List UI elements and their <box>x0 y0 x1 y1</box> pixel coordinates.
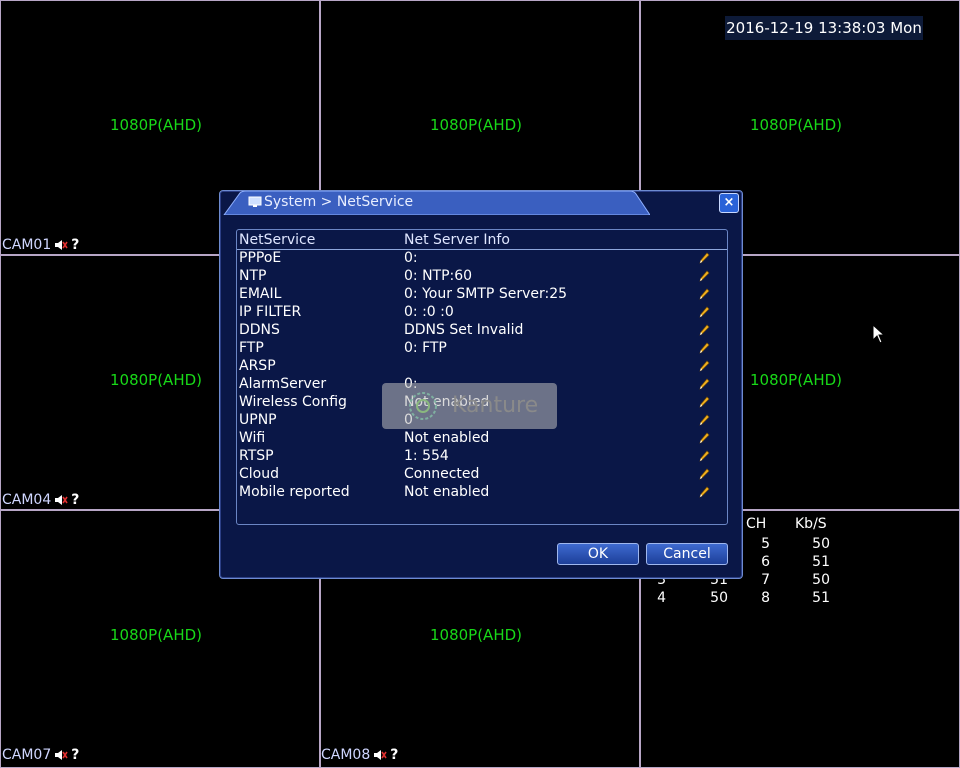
channel-7-resolution: 1080P(AHD) <box>109 626 202 644</box>
speaker-muted-icon <box>55 750 68 760</box>
service-name: RTSP <box>239 448 274 464</box>
service-row[interactable]: FTP 0: FTP <box>237 339 727 357</box>
watermark: Kanture <box>382 383 557 429</box>
pencil-icon[interactable] <box>697 269 711 283</box>
bitrate-value: 50 <box>812 536 830 552</box>
camera-label-4: CAM04 ? <box>2 492 79 508</box>
monitor-icon <box>248 196 262 207</box>
service-row[interactable]: Mobile reported Not enabled <box>237 483 727 501</box>
speaker-muted-icon <box>55 240 68 250</box>
pencil-icon[interactable] <box>697 287 711 301</box>
question-icon: ? <box>71 747 80 763</box>
bitrate-value: 50 <box>710 590 728 606</box>
speaker-muted-icon <box>55 495 68 505</box>
dialog-title: System > NetService <box>264 194 414 210</box>
service-info: Connected <box>404 466 480 482</box>
pencil-icon[interactable] <box>697 431 711 445</box>
pencil-icon[interactable] <box>697 377 711 391</box>
service-row[interactable]: EMAIL 0: Your SMTP Server:25 <box>237 285 727 303</box>
service-info: DDNS Set Invalid <box>404 322 524 338</box>
service-info: 1: 554 <box>404 448 449 464</box>
service-row[interactable]: Wifi Not enabled <box>237 429 727 447</box>
pencil-icon[interactable] <box>697 341 711 355</box>
pencil-icon[interactable] <box>697 449 711 463</box>
channel-3-resolution: 1080P(AHD) <box>749 116 842 134</box>
watermark-text: Kanture <box>452 393 539 418</box>
service-name: ARSP <box>239 358 276 374</box>
bitrate-value: 51 <box>812 554 830 570</box>
service-name: AlarmServer <box>239 376 327 392</box>
header-netservice: NetService <box>239 232 316 248</box>
question-icon: ? <box>71 492 80 508</box>
bitrate-header-kbs: Kb/S <box>795 516 827 532</box>
service-row[interactable]: IP FILTER 0: :0 :0 <box>237 303 727 321</box>
bitrate-ch: 8 <box>761 590 770 606</box>
bitrate-value: 50 <box>812 572 830 588</box>
service-row[interactable]: RTSP 1: 554 <box>237 447 727 465</box>
camera-label-7: CAM07 ? <box>2 747 79 763</box>
service-name: UPNP <box>239 412 277 428</box>
close-button[interactable]: × <box>719 193 739 213</box>
watermark-logo-icon <box>409 392 437 420</box>
service-name: DDNS <box>239 322 280 338</box>
service-info: 0: <box>404 250 418 266</box>
service-name: Cloud <box>239 466 279 482</box>
service-row[interactable]: DDNS DDNS Set Invalid <box>237 321 727 339</box>
bitrate-ch: 5 <box>761 536 770 552</box>
channel-1-resolution: 1080P(AHD) <box>109 116 202 134</box>
pencil-icon[interactable] <box>697 485 711 499</box>
service-info: Not enabled <box>404 430 490 446</box>
channel-2-resolution: 1080P(AHD) <box>429 116 522 134</box>
service-info: Not enabled <box>404 484 490 500</box>
service-info: 0: NTP:60 <box>404 268 473 284</box>
service-name: IP FILTER <box>239 304 302 320</box>
camera-name: CAM04 <box>2 492 52 508</box>
service-row[interactable]: ARSP <box>237 357 727 375</box>
list-header: NetService Net Server Info <box>237 231 727 250</box>
service-name: FTP <box>239 340 264 356</box>
mouse-cursor-icon <box>872 324 886 344</box>
question-icon: ? <box>390 747 399 763</box>
service-name: NTP <box>239 268 267 284</box>
bitrate-ch: 4 <box>657 590 666 606</box>
service-info: 0: Your SMTP Server:25 <box>404 286 568 302</box>
camera-name: CAM07 <box>2 747 52 763</box>
datetime-display: 2016-12-19 13:38:03 Mon <box>725 16 923 40</box>
service-name: PPPoE <box>239 250 282 266</box>
question-icon: ? <box>71 237 80 253</box>
service-row[interactable]: Cloud Connected <box>237 465 727 483</box>
bitrate-value: 51 <box>812 590 830 606</box>
netservice-dialog: System > NetService × NetService Net Ser… <box>219 190 743 579</box>
service-name: Wifi <box>239 430 266 446</box>
bitrate-header-ch: CH <box>746 516 767 532</box>
camera-name: CAM08 <box>321 747 371 763</box>
camera-label-8: CAM08 ? <box>321 747 398 763</box>
camera-name: CAM01 <box>2 237 52 253</box>
header-net-server-info: Net Server Info <box>404 232 510 248</box>
speaker-muted-icon <box>374 750 387 760</box>
pencil-icon[interactable] <box>697 323 711 337</box>
pencil-icon[interactable] <box>697 413 711 427</box>
pencil-icon[interactable] <box>697 359 711 373</box>
service-row[interactable]: NTP 0: NTP:60 <box>237 267 727 285</box>
cancel-button[interactable]: Cancel <box>646 543 728 565</box>
service-info: 0: :0 :0 <box>404 304 454 320</box>
service-name: Wireless Config <box>239 394 347 410</box>
pencil-icon[interactable] <box>697 467 711 481</box>
pencil-icon[interactable] <box>697 395 711 409</box>
bitrate-ch: 6 <box>761 554 770 570</box>
service-row[interactable]: PPPoE 0: <box>237 249 727 267</box>
pencil-icon[interactable] <box>697 251 711 265</box>
camera-label-1: CAM01 ? <box>2 237 79 253</box>
bitrate-ch: 7 <box>761 572 770 588</box>
service-name: EMAIL <box>239 286 282 302</box>
ok-button[interactable]: OK <box>557 543 639 565</box>
channel-8-resolution: 1080P(AHD) <box>429 626 522 644</box>
service-info: 0: FTP <box>404 340 447 356</box>
pencil-icon[interactable] <box>697 305 711 319</box>
netservice-list: NetService Net Server Info PPPoE 0: NTP 0: … <box>236 229 728 525</box>
service-name: Mobile reported <box>239 484 350 500</box>
